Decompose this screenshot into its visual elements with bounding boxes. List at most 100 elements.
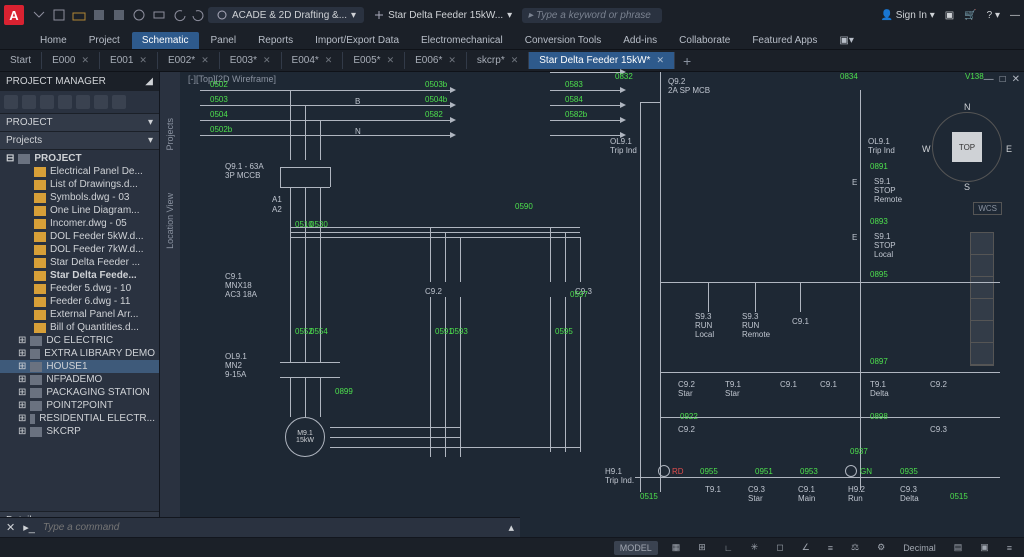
ribbon-tab-panel[interactable]: Panel [201, 32, 247, 49]
customize-icon[interactable]: ▤ [950, 541, 967, 554]
signin-button[interactable]: 👤 Sign In ▾ [881, 10, 935, 21]
expand-icon[interactable]: ⊞ [18, 426, 26, 437]
undo-icon[interactable] [172, 8, 186, 22]
ribbon-tab-addins[interactable]: Add-ins [613, 32, 667, 49]
command-line[interactable]: ✕ ▸_ ▴ [0, 517, 520, 537]
lineweight-toggle[interactable]: ≡ [824, 542, 837, 554]
status-menu[interactable]: ≡ [1003, 542, 1016, 554]
project-tree[interactable]: ⊟ PROJECTElectrical Panel De...List of D… [0, 150, 159, 511]
close-icon[interactable]: ✕ [511, 55, 519, 66]
doc-tab[interactable]: E000✕ [42, 52, 100, 69]
close-icon[interactable]: ✕ [201, 55, 209, 66]
command-input[interactable] [43, 522, 443, 533]
new-icon[interactable] [52, 8, 66, 22]
tree-node[interactable]: Feeder 6.dwg - 11 [0, 295, 159, 308]
modelspace-button[interactable]: MODEL [614, 541, 658, 555]
tree-node[interactable]: ⊞ SKCRP [0, 425, 159, 438]
expand-icon[interactable]: ⊞ [18, 413, 26, 424]
ribbon-tab-conversion[interactable]: Conversion Tools [515, 32, 612, 49]
ribbon-tab-more[interactable]: ▣▾ [829, 32, 863, 49]
ribbon-tab-project[interactable]: Project [79, 32, 130, 49]
units-label[interactable]: Decimal [899, 542, 940, 554]
close-icon[interactable]: ✕ [81, 55, 89, 66]
tree-node[interactable]: ⊞ HOUSE1 [0, 360, 159, 373]
clean-screen-icon[interactable]: ▣ [976, 541, 993, 554]
vtab-location-view[interactable]: Location View [163, 187, 177, 255]
expand-icon[interactable]: ⊟ [6, 153, 14, 164]
doc-tab[interactable]: E004*✕ [282, 52, 344, 69]
tree-node[interactable]: ⊞ PACKAGING STATION [0, 386, 159, 399]
doc-tab[interactable]: Star Delta Feeder 15kW*✕ [529, 52, 675, 69]
ribbon-tab-featured-apps[interactable]: Featured Apps [742, 32, 827, 49]
close-icon[interactable]: ✕ [325, 55, 333, 66]
tree-node[interactable]: Feeder 5.dwg - 10 [0, 282, 159, 295]
snap-toggle[interactable]: ⊞ [694, 541, 710, 554]
tree-node[interactable]: External Panel Arr... [0, 308, 159, 321]
redo-icon[interactable] [192, 8, 206, 22]
doc-tab[interactable]: E002*✕ [158, 52, 220, 69]
tree-node[interactable]: DOL Feeder 7kW.d... [0, 243, 159, 256]
expand-icon[interactable]: ⊞ [18, 374, 26, 385]
tree-node[interactable]: Star Delta Feede... [0, 269, 159, 282]
workspace-switch[interactable]: ⚙ [873, 541, 889, 554]
grid-toggle[interactable]: ▦ [668, 541, 685, 554]
saveas-icon[interactable] [112, 8, 126, 22]
help-icon[interactable]: ? ▾ [987, 10, 1000, 21]
close-icon[interactable]: ✕ [263, 55, 271, 66]
tree-node[interactable]: List of Drawings.d... [0, 178, 159, 191]
tree-node[interactable]: DOL Feeder 5kW.d... [0, 230, 159, 243]
ribbon-tab-import-export[interactable]: Import/Export Data [305, 32, 409, 49]
ribbon-tab-home[interactable]: Home [30, 32, 77, 49]
doc-tab-start[interactable]: Start [0, 52, 42, 69]
open-icon[interactable] [72, 8, 86, 22]
osnap-toggle[interactable]: ◻ [772, 541, 787, 554]
menu-down-icon[interactable] [32, 8, 46, 22]
close-icon[interactable]: ✕ [6, 521, 15, 534]
tree-node[interactable]: Star Delta Feeder ... [0, 256, 159, 269]
pm-projects-header[interactable]: Projects▾ [0, 132, 159, 150]
ribbon-tab-reports[interactable]: Reports [248, 32, 303, 49]
autodesk-app-icon[interactable]: ▣ [945, 10, 954, 21]
cloud-icon[interactable] [132, 8, 146, 22]
expand-icon[interactable]: ⊞ [18, 335, 26, 346]
tree-node[interactable]: Bill of Quantities.d... [0, 321, 159, 334]
polar-toggle[interactable]: ✳ [747, 541, 763, 554]
app-logo[interactable]: A [4, 5, 24, 25]
doc-tab[interactable]: E005*✕ [343, 52, 405, 69]
save-icon[interactable] [92, 8, 106, 22]
ribbon-tab-electromechanical[interactable]: Electromechanical [411, 32, 513, 49]
ortho-toggle[interactable]: ∟ [720, 542, 737, 554]
close-icon[interactable]: ✕ [656, 55, 664, 66]
ribbon-tab-collaborate[interactable]: Collaborate [669, 32, 740, 49]
pm-help-icon[interactable] [112, 95, 126, 109]
command-menu-icon[interactable]: ▴ [508, 521, 514, 534]
doc-tab[interactable]: skcrp*✕ [467, 52, 529, 69]
doc-tab[interactable]: E006*✕ [405, 52, 467, 69]
workspace-switcher[interactable]: ACADE & 2D Drafting &... ▾ [208, 7, 364, 23]
otrack-toggle[interactable]: ∠ [798, 541, 814, 554]
pm-zip-icon[interactable] [94, 95, 108, 109]
tree-node[interactable]: One Line Diagram... [0, 204, 159, 217]
panel-close-icon[interactable]: ◢ [145, 76, 153, 87]
tree-node[interactable]: Incomer.dwg - 05 [0, 217, 159, 230]
tree-node[interactable]: ⊞ RESIDENTIAL ELECTR... [0, 412, 159, 425]
doc-tab[interactable]: E001✕ [100, 52, 158, 69]
close-icon[interactable]: ✕ [139, 55, 147, 66]
tree-node[interactable]: ⊞ EXTRA LIBRARY DEMO [0, 347, 159, 360]
pm-open-icon[interactable] [22, 95, 36, 109]
new-tab-button[interactable]: + [675, 53, 699, 69]
pm-publish-icon[interactable] [58, 95, 72, 109]
close-icon[interactable]: ✕ [387, 55, 395, 66]
tree-node[interactable]: ⊞ NFPADEMO [0, 373, 159, 386]
expand-icon[interactable]: ⊞ [18, 348, 26, 359]
doc-tab[interactable]: E003*✕ [220, 52, 282, 69]
pm-project-dropdown[interactable]: PROJECT▾ [0, 114, 159, 132]
close-icon[interactable]: ✕ [448, 55, 456, 66]
drawing-canvas[interactable]: [-][Top][2D Wireframe] — □ ✕ N S E W TOP… [180, 72, 1024, 537]
tree-node[interactable]: ⊟ PROJECT [0, 152, 159, 165]
expand-icon[interactable]: ⊞ [18, 387, 26, 398]
pm-refresh-icon[interactable] [40, 95, 54, 109]
vtab-projects[interactable]: Projects [163, 112, 177, 157]
annotation-scale[interactable]: ⚖ [847, 541, 863, 554]
share-icon[interactable] [374, 10, 384, 20]
